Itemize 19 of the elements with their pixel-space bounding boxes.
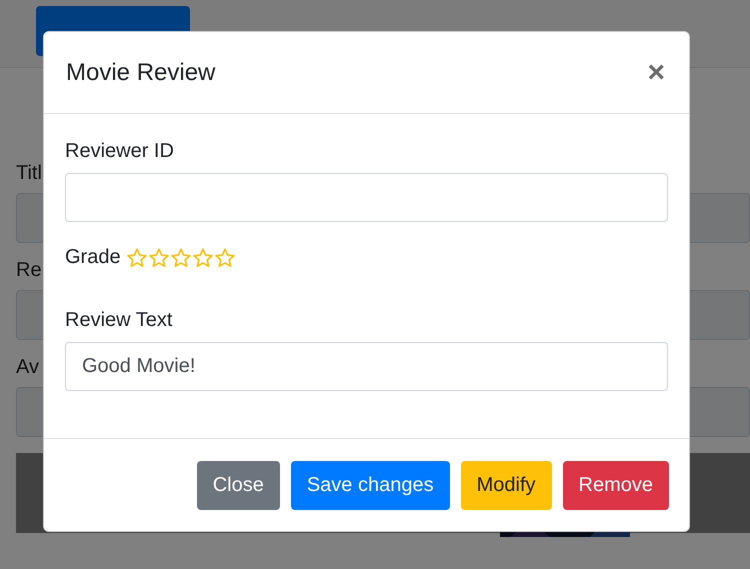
field-label: Av bbox=[16, 356, 39, 379]
dialog-button[interactable]: Close bbox=[196, 460, 280, 510]
star-icon[interactable] bbox=[214, 246, 236, 268]
dialog-button[interactable]: Remove bbox=[562, 460, 669, 510]
dialog-button[interactable]: Modify bbox=[460, 460, 552, 510]
star-icon[interactable] bbox=[148, 246, 170, 268]
reviewer-id-field[interactable] bbox=[65, 173, 668, 222]
field-label: Titl bbox=[16, 162, 42, 185]
dialog-title: Movie Review bbox=[66, 58, 216, 86]
field-label: Review Text bbox=[65, 309, 172, 332]
field-label: Re bbox=[16, 259, 42, 282]
star-icon[interactable] bbox=[192, 246, 214, 268]
close-button[interactable]: × bbox=[645, 58, 667, 88]
grade-label: Grade bbox=[65, 246, 121, 269]
dialog-button[interactable]: Save changes bbox=[290, 460, 450, 510]
star-icon[interactable] bbox=[170, 246, 192, 268]
field-label: Reviewer ID bbox=[65, 140, 174, 163]
star-icon[interactable] bbox=[126, 246, 148, 268]
review-text-field[interactable]: Good Movie! bbox=[65, 342, 668, 391]
